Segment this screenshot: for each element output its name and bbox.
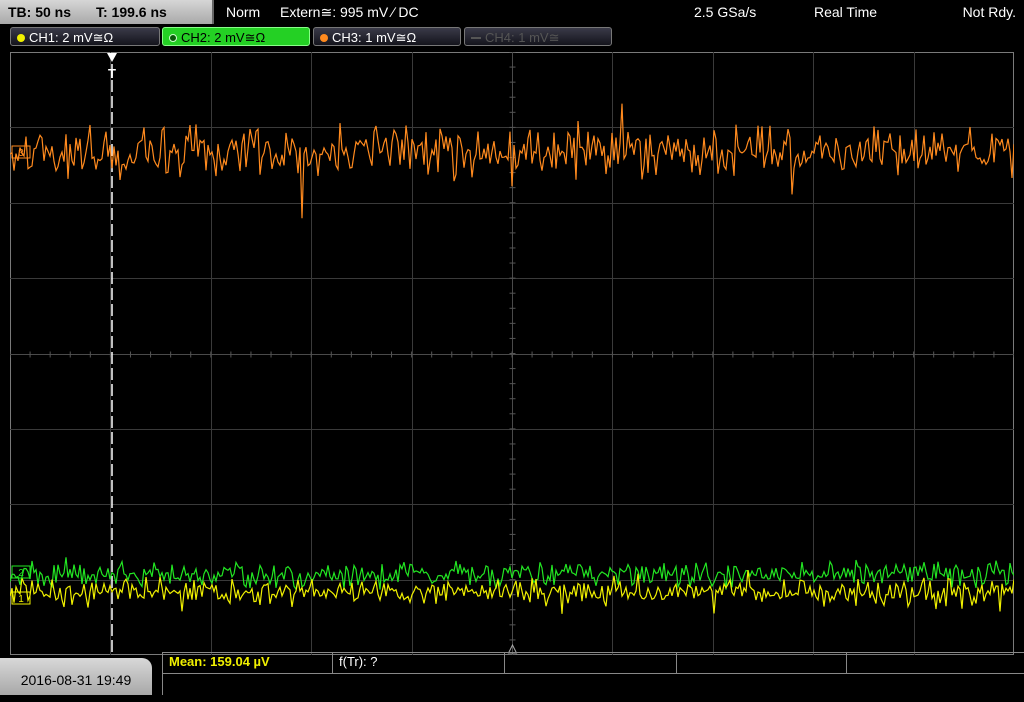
waveform-grid: T 3 2 1 [10, 52, 1014, 655]
measurement-cell-3[interactable] [505, 653, 677, 673]
channel-bar: CH1: 2 mV≅Ω CH2: 2 mV≅Ω CH3: 1 mV≅Ω CH4:… [0, 25, 1024, 48]
channel-4-button[interactable]: CH4: 1 mV≅ [464, 27, 612, 46]
waveform-display[interactable]: T 3 2 1 [10, 52, 1014, 655]
trigger-marker-label: T [108, 66, 116, 81]
channel-3-dot-icon [320, 34, 328, 42]
channel-3-label: CH3: 1 mV≅Ω [332, 30, 417, 45]
ch2-ground-marker: 2 [18, 568, 24, 579]
channel-2-button[interactable]: CH2: 2 mV≅Ω [162, 27, 310, 46]
measurement-cell-mean[interactable]: Mean: 159.04 µV [163, 653, 333, 673]
channel-2-label: CH2: 2 mV≅Ω [181, 30, 266, 45]
bottom-bar: 2016-08-31 19:49 Mean: 159.04 µV f(Tr): … [0, 652, 1024, 695]
channel-2-dot-icon [169, 34, 177, 42]
acquisition-mode: Real Time [814, 4, 878, 20]
date-time: 2016-08-31 19:49 [0, 658, 152, 695]
trigger-time-label: T: 199.6 ns [96, 4, 167, 20]
trigger-source[interactable]: Extern≅: 995 mV ∕ DC [280, 0, 419, 24]
measurement-cell-5[interactable] [847, 653, 1024, 673]
channel-1-dot-icon [17, 34, 25, 42]
timebase-label: TB: 50 ns [8, 4, 72, 20]
channel-3-button[interactable]: CH3: 1 mV≅Ω [313, 27, 461, 46]
channel-4-dash-icon [471, 37, 481, 39]
measurement-mean: Mean: 159.04 µV [169, 654, 270, 669]
measurement-cell-4[interactable] [677, 653, 847, 673]
channel-1-label: CH1: 2 mV≅Ω [29, 30, 114, 45]
acquisition-status: Not Rdy. [962, 4, 1016, 20]
measurement-cell-freq[interactable]: f(Tr): ? [333, 653, 505, 673]
ch1-ground-marker: 1 [18, 594, 24, 605]
ch3-ground-marker: 3 [18, 148, 24, 159]
sample-rate: 2.5 GSa/s [694, 4, 757, 20]
top-status-bar: TB: 50 ns T: 199.6 ns Norm Extern≅: 995 … [0, 0, 1024, 24]
channel-4-label: CH4: 1 mV≅ [485, 30, 560, 45]
timebase-box[interactable]: TB: 50 ns T: 199.6 ns [0, 0, 214, 24]
channel-1-button[interactable]: CH1: 2 mV≅Ω [10, 27, 160, 46]
trigger-mode[interactable]: Norm [226, 0, 260, 24]
measurement-freq: f(Tr): ? [339, 654, 378, 669]
measurement-row-2 [163, 673, 1024, 695]
measurement-panel[interactable]: Mean: 159.04 µV f(Tr): ? [162, 652, 1024, 695]
